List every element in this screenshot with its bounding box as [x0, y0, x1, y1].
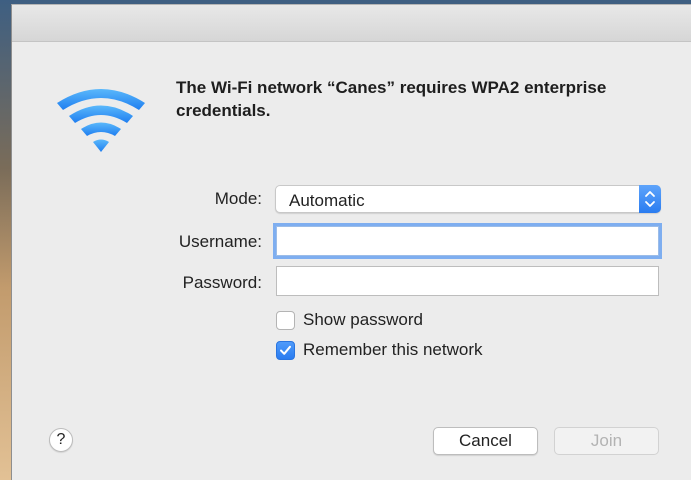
password-label: Password: — [182, 273, 262, 292]
checkmark-icon — [280, 345, 291, 355]
join-button[interactable]: Join — [554, 427, 659, 455]
remember-network-label[interactable]: Remember this network — [303, 340, 483, 360]
chevron-up-down-icon — [639, 185, 661, 213]
cancel-button[interactable]: Cancel — [433, 427, 538, 455]
title-bar[interactable] — [12, 5, 691, 42]
wifi-credentials-dialog: The Wi-Fi network “Canes” requires WPA2 … — [11, 4, 691, 480]
password-field[interactable] — [276, 266, 659, 296]
remember-network-checkbox[interactable] — [276, 341, 295, 360]
dialog-message: The Wi-Fi network “Canes” requires WPA2 … — [176, 78, 607, 120]
mode-select[interactable]: Automatic — [275, 185, 661, 213]
wifi-icon — [57, 89, 145, 152]
mode-label: Mode: — [214, 189, 262, 208]
mode-selected-value: Automatic — [289, 191, 365, 210]
username-field[interactable] — [276, 226, 659, 256]
show-password-checkbox[interactable] — [276, 311, 295, 330]
help-button[interactable]: ? — [49, 428, 73, 452]
show-password-label[interactable]: Show password — [303, 310, 423, 330]
username-label: Username: — [178, 232, 262, 251]
